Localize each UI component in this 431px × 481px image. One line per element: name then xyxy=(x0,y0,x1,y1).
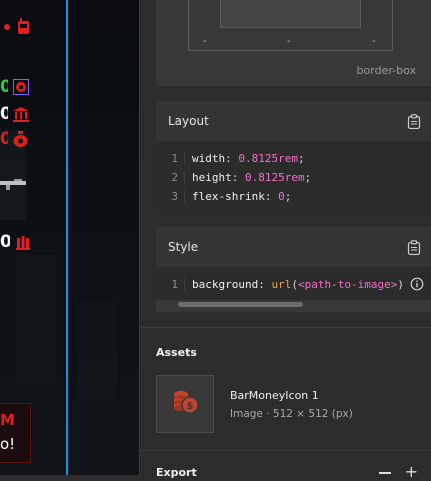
asset-thumbnail[interactable]: $ xyxy=(156,375,214,433)
style-card: Style 1 background: url(<path-to-image>) xyxy=(156,227,431,312)
add-export-button[interactable]: + xyxy=(405,462,418,481)
code-line: 1 width: 0.8125rem; xyxy=(156,149,431,168)
money-coins-icon: $ xyxy=(171,388,199,420)
hud-value: 0 xyxy=(0,129,8,149)
line-number: 3 xyxy=(156,190,185,203)
layout-card-header: Layout xyxy=(156,101,431,141)
copy-icon[interactable] xyxy=(407,114,421,130)
inventory-icon xyxy=(13,79,29,95)
box-model-right-value[interactable]: - xyxy=(372,36,376,47)
hud-notification-box: M o! xyxy=(0,403,31,463)
asset-meta: Image · 512 × 512 (px) xyxy=(230,408,353,420)
hud-row-weapon xyxy=(0,178,28,190)
hud-row-ammo: 0 xyxy=(0,232,30,252)
code-line: 2 height: 0.8125rem; xyxy=(156,168,431,187)
box-model-bottom-value[interactable]: - xyxy=(287,36,291,47)
css-property: height xyxy=(192,171,232,184)
rifle-icon xyxy=(0,178,28,190)
money-bag-icon xyxy=(13,131,28,147)
ammo-icon xyxy=(16,234,30,250)
section-divider xyxy=(140,327,431,328)
inspector-panel: - - - border-box Layout 1 width: 0.8125r… xyxy=(139,0,431,481)
selection-guide-line xyxy=(66,0,68,475)
css-value: <path-to-image> xyxy=(297,278,398,291)
line-number: 2 xyxy=(156,171,185,184)
css-value: 0.8125rem xyxy=(238,152,298,165)
line-number: 1 xyxy=(156,152,185,165)
hud-value: 0 xyxy=(0,77,8,97)
hud-notification-title: M xyxy=(0,411,15,429)
asset-name[interactable]: BarMoneyIcon 1 xyxy=(230,389,319,402)
hud-row-inventory: 0 xyxy=(0,77,29,97)
phone-icon xyxy=(17,18,30,35)
layout-card: Layout 1 width: 0.8125rem; 2 height: 0.8… xyxy=(156,101,431,212)
copy-icon[interactable] xyxy=(407,240,421,256)
signal-dot-icon xyxy=(4,23,10,30)
horizontal-scrollbar[interactable] xyxy=(178,302,303,307)
svg-text:$: $ xyxy=(187,401,194,412)
remove-export-button[interactable] xyxy=(379,472,391,474)
assets-heading: Assets xyxy=(156,346,197,359)
hud-value: 0 xyxy=(0,104,8,124)
hud-row-cash: 0 xyxy=(0,129,28,149)
line-number: 1 xyxy=(156,278,185,291)
css-property: width xyxy=(192,152,226,165)
info-icon[interactable] xyxy=(410,276,424,291)
css-property: flex-shrink xyxy=(192,190,265,203)
canvas-background-shape xyxy=(78,300,118,400)
section-divider xyxy=(140,450,431,451)
box-model-left-value[interactable]: - xyxy=(203,36,207,47)
box-sizing-label: border-box xyxy=(356,64,416,77)
style-code-block[interactable]: 1 background: url(<path-to-image>) xyxy=(156,267,431,300)
code-line: 3 flex-shrink: 0; xyxy=(156,187,431,206)
canvas-background-shape xyxy=(16,255,56,385)
box-model-card: - - - border-box xyxy=(156,0,431,86)
box-model-content-box xyxy=(220,0,361,28)
css-value: 0.8125rem xyxy=(245,171,305,184)
design-canvas[interactable]: 0 0 0 0 M o! xyxy=(0,0,139,475)
hud-notification-text: o! xyxy=(0,435,16,453)
css-value: 0 xyxy=(278,190,285,203)
export-heading: Export xyxy=(156,466,197,479)
style-card-header: Style xyxy=(156,227,431,267)
code-line: 1 background: url(<path-to-image>) xyxy=(156,275,431,294)
box-model-padding-box: - - - xyxy=(188,0,393,51)
bank-icon xyxy=(13,106,29,122)
style-title: Style xyxy=(168,240,199,254)
hud-row-bank: 0 xyxy=(0,104,29,124)
layout-title: Layout xyxy=(168,114,209,128)
css-property: background xyxy=(192,278,259,291)
layout-code-block[interactable]: 1 width: 0.8125rem; 2 height: 0.8125rem;… xyxy=(156,141,431,212)
css-function: url xyxy=(271,278,292,291)
hud-value: 0 xyxy=(0,232,10,252)
hud-row-phone xyxy=(0,18,30,35)
